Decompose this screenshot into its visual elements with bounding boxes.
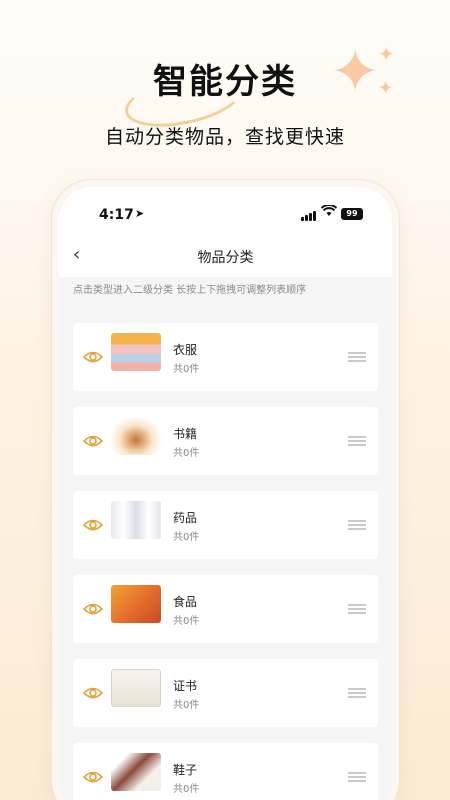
- drag-handle-icon[interactable]: [348, 772, 366, 782]
- category-count: 共0件: [173, 364, 200, 375]
- battery-icon: 99: [341, 208, 363, 220]
- drag-handle-icon[interactable]: [348, 352, 366, 362]
- phone-mockup: 4:17 ➤ 99 ‹ 物品分类 点击类型进入二级分类 长按上下拖拽可调整列表顺…: [52, 180, 399, 800]
- status-bar: 4:17 ➤ 99: [59, 187, 392, 235]
- category-count: 共0件: [173, 616, 200, 627]
- eye-icon[interactable]: [83, 767, 103, 787]
- category-card-certificate[interactable]: 证书 共0件: [73, 659, 378, 727]
- eye-icon[interactable]: [83, 431, 103, 451]
- hero-subtitle: 自动分类物品，查找更快速: [104, 126, 345, 148]
- category-list: 点击类型进入二级分类 长按上下拖拽可调整列表顺序 衣服 共0件 书籍 共0件 药…: [59, 277, 392, 800]
- eye-icon[interactable]: [83, 599, 103, 619]
- category-name: 鞋子: [173, 763, 198, 777]
- category-count: 共0件: [173, 700, 200, 711]
- location-arrow-icon: ➤: [135, 207, 145, 220]
- category-name: 药品: [173, 511, 198, 525]
- books-thumbnail: [111, 417, 161, 455]
- certificate-thumbnail: [111, 669, 161, 707]
- sparkle-icon-small: ✦: [378, 78, 394, 99]
- category-card-medicine[interactable]: 药品 共0件: [73, 491, 378, 559]
- drag-handle-icon[interactable]: [348, 688, 366, 698]
- category-name: 食品: [173, 595, 198, 609]
- wifi-icon: [320, 204, 338, 221]
- category-card-food[interactable]: 食品 共0件: [73, 575, 378, 643]
- drag-handle-icon[interactable]: [348, 604, 366, 614]
- shoes-thumbnail: [111, 753, 161, 791]
- category-count: 共0件: [173, 532, 200, 543]
- category-count: 共0件: [173, 448, 200, 459]
- eye-icon[interactable]: [83, 515, 103, 535]
- category-card-books[interactable]: 书籍 共0件: [73, 407, 378, 475]
- drag-handle-icon[interactable]: [348, 520, 366, 530]
- nav-bar: ‹ 物品分类: [59, 235, 392, 277]
- eye-icon[interactable]: [83, 347, 103, 367]
- category-name: 书籍: [173, 427, 198, 441]
- sparkle-icon-small: ✦: [378, 42, 395, 66]
- category-count: 共0件: [173, 784, 200, 795]
- status-time: 4:17: [99, 207, 134, 223]
- category-name: 证书: [173, 679, 198, 693]
- category-card-shoes[interactable]: 鞋子 共0件: [73, 743, 378, 800]
- category-card-clothes[interactable]: 衣服 共0件: [73, 323, 378, 391]
- food-thumbnail: [111, 585, 161, 623]
- clothes-thumbnail: [111, 333, 161, 371]
- eye-icon[interactable]: [83, 683, 103, 703]
- sparkle-icon: ✦: [330, 37, 381, 107]
- category-name: 衣服: [173, 343, 198, 357]
- medicine-thumbnail: [111, 501, 161, 539]
- hint-text: 点击类型进入二级分类 长按上下拖拽可调整列表顺序: [73, 285, 307, 296]
- drag-handle-icon[interactable]: [348, 436, 366, 446]
- cellular-signal-icon: [301, 211, 317, 221]
- page-title: 物品分类: [197, 250, 254, 266]
